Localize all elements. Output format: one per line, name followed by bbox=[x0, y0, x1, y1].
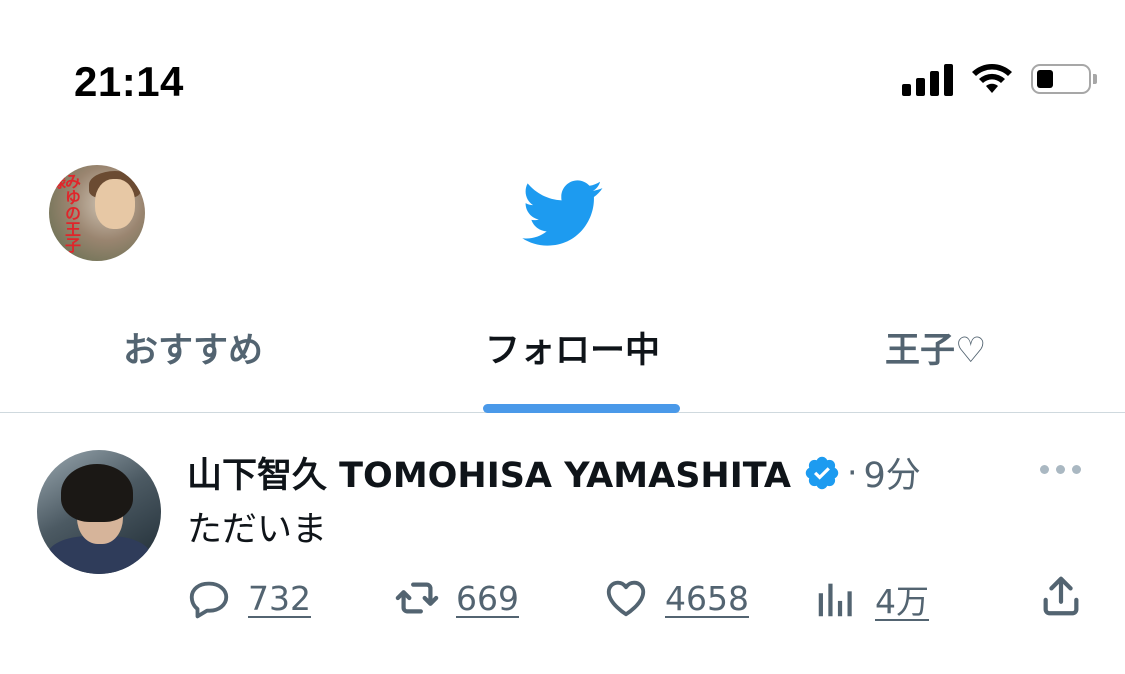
retweet-count: 669 bbox=[456, 578, 519, 618]
tab-list-prince[interactable]: 王子♡ bbox=[885, 322, 986, 373]
share-icon bbox=[1043, 576, 1079, 616]
cellular-signal-icon bbox=[902, 62, 953, 96]
active-tab-indicator bbox=[483, 404, 680, 413]
status-icons bbox=[902, 62, 1097, 96]
meta-separator: · bbox=[846, 453, 858, 492]
more-options-icon[interactable] bbox=[1040, 465, 1081, 474]
tweet[interactable]: 山下智久 TOMOHISA YAMASHITA · 9分 ただいま 732 66… bbox=[0, 413, 1125, 674]
wifi-icon bbox=[972, 64, 1012, 93]
status-bar: 21:14 bbox=[0, 0, 1125, 150]
heart-icon bbox=[606, 580, 646, 617]
reply-count: 732 bbox=[248, 578, 311, 618]
tweet-timestamp[interactable]: 9分 bbox=[863, 447, 920, 498]
tweet-actions: 732 669 4658 4万 bbox=[0, 563, 1125, 633]
verified-badge-icon bbox=[805, 456, 839, 489]
views-chart-icon bbox=[818, 583, 852, 617]
twitter-bird-icon[interactable] bbox=[522, 180, 604, 248]
retweet-button[interactable]: 669 bbox=[394, 575, 519, 621]
tweet-header: 山下智久 TOMOHISA YAMASHITA · 9分 bbox=[187, 447, 921, 498]
tab-recommended[interactable]: おすすめ bbox=[123, 322, 263, 373]
tab-following[interactable]: フォロー中 bbox=[485, 322, 660, 373]
timeline-tabs: おすすめ フォロー中 王子♡ bbox=[0, 300, 1125, 413]
like-button[interactable]: 4658 bbox=[603, 575, 749, 621]
tweet-author-name[interactable]: 山下智久 TOMOHISA YAMASHITA bbox=[187, 447, 791, 498]
reply-icon bbox=[189, 581, 229, 619]
avatar-stamp-text: みゆの王子様 bbox=[49, 173, 81, 253]
profile-avatar[interactable]: みゆの王子様 bbox=[49, 165, 145, 261]
share-button[interactable] bbox=[1038, 573, 1084, 619]
tweet-author-avatar[interactable] bbox=[37, 450, 161, 574]
views-count: 4万 bbox=[875, 582, 929, 621]
tweet-text: ただいま bbox=[187, 510, 328, 550]
battery-icon bbox=[1031, 64, 1097, 94]
status-time: 21:14 bbox=[74, 58, 184, 105]
like-count: 4658 bbox=[665, 578, 749, 618]
views-button[interactable]: 4万 bbox=[813, 575, 929, 623]
reply-button[interactable]: 732 bbox=[186, 575, 311, 621]
retweet-icon bbox=[395, 582, 439, 614]
